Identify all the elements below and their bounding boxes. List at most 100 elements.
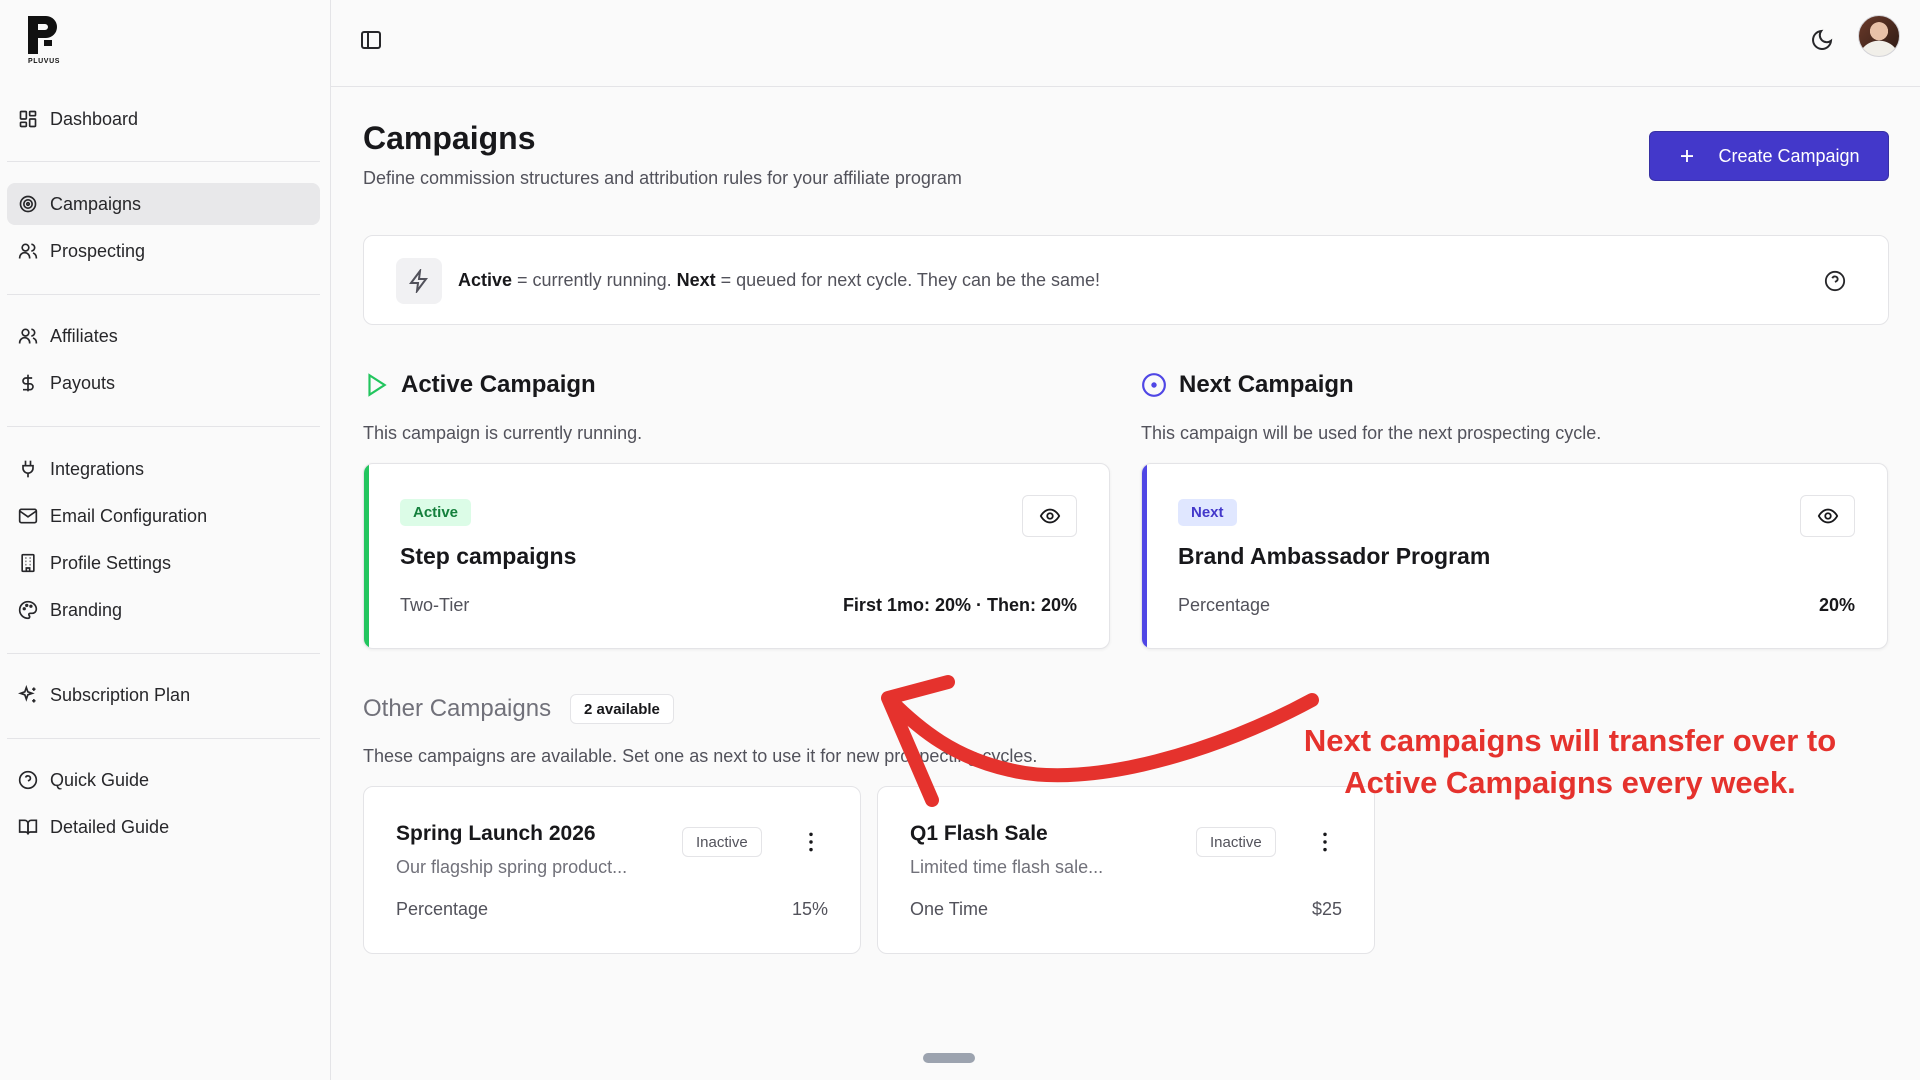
campaign-name: Spring Launch 2026 — [396, 822, 596, 845]
sidebar-item-label: Subscription Plan — [50, 684, 191, 705]
campaign-menu-button[interactable] — [1312, 829, 1338, 855]
sidebar: PLUVUS Dashboard Campaigns Prospecting A… — [0, 0, 331, 1080]
eye-icon — [1817, 508, 1838, 524]
sidebar-item-label: Profile Settings — [50, 552, 172, 573]
sidebar-item-detailed-guide[interactable]: Detailed Guide — [7, 806, 320, 848]
sidebar-item-label: Prospecting — [50, 240, 146, 261]
dollar-icon — [22, 374, 34, 392]
panel-left-icon — [361, 31, 381, 49]
sidebar-item-campaigns[interactable]: Campaigns — [7, 183, 320, 225]
campaign-menu-button[interactable] — [798, 829, 824, 855]
sparkles-icon — [18, 685, 36, 703]
circle-dot-icon — [1142, 373, 1166, 397]
help-circle-icon — [1824, 270, 1846, 292]
brand-name: PLUVUS — [28, 58, 60, 65]
sidebar-item-integrations[interactable]: Integrations — [7, 448, 320, 490]
zap-icon — [409, 269, 428, 293]
create-campaign-label: Create Campaign — [1718, 145, 1860, 166]
sidebar-item-quick-guide[interactable]: Quick Guide — [7, 759, 320, 801]
sidebar-item-label: Affiliates — [50, 325, 118, 346]
more-vertical-icon — [809, 832, 813, 852]
help-circle-icon — [18, 770, 38, 790]
view-campaign-button[interactable] — [1022, 495, 1077, 537]
top-bar — [331, 0, 1920, 87]
sidebar-divider — [7, 294, 320, 295]
sidebar-item-label: Payouts — [50, 372, 116, 393]
create-campaign-button[interactable]: Create Campaign — [1649, 131, 1889, 181]
help-button[interactable] — [1824, 270, 1846, 292]
next-campaign-title: Next Campaign — [1179, 371, 1354, 398]
campaign-type: One Time — [910, 899, 989, 919]
sidebar-item-dashboard[interactable]: Dashboard — [7, 98, 320, 140]
sidebar-item-label: Dashboard — [50, 108, 139, 129]
campaign-desc: Limited time flash sale... — [910, 857, 1104, 877]
sidebar-divider — [7, 738, 320, 739]
info-next-term: Next — [676, 270, 716, 290]
sidebar-item-label: Detailed Guide — [50, 816, 170, 837]
status-badge: Active — [400, 499, 472, 526]
campaign-name: Step campaigns — [400, 543, 577, 569]
other-campaigns-desc: These campaigns are available. Set one a… — [363, 746, 1038, 766]
active-campaign-heading: Active Campaign — [363, 371, 596, 399]
campaign-rate: $25 — [1311, 899, 1342, 919]
next-campaign-desc: This campaign will be used for the next … — [1141, 423, 1602, 443]
campaign-name: Q1 Flash Sale — [910, 822, 1048, 845]
sidebar-item-profile-settings[interactable]: Profile Settings — [7, 542, 320, 584]
campaign-card[interactable]: Q1 Flash Sale Inactive Limited time flas… — [877, 786, 1375, 954]
scroll-handle[interactable] — [923, 1053, 975, 1063]
moon-icon — [1812, 29, 1833, 50]
next-campaign-card[interactable]: Next Brand Ambassador Program Percentage… — [1141, 463, 1888, 649]
page-title: Campaigns — [363, 120, 536, 156]
users-icon — [18, 243, 38, 259]
sidebar-divider — [7, 426, 320, 427]
sidebar-item-affiliates[interactable]: Affiliates — [7, 315, 320, 357]
info-active-desc: = currently running. — [512, 270, 677, 290]
sidebar-item-subscription-plan[interactable]: Subscription Plan — [7, 674, 320, 716]
play-icon — [368, 373, 387, 397]
info-active-term: Active — [458, 270, 513, 290]
theme-toggle-button[interactable] — [1810, 28, 1834, 52]
annotation-line-1: Next campaigns will transfer over to — [1303, 723, 1837, 758]
sidebar-item-payouts[interactable]: Payouts — [7, 362, 320, 404]
palette-icon — [18, 600, 38, 620]
active-campaign-title: Active Campaign — [401, 371, 596, 398]
plus-icon — [1681, 150, 1694, 162]
campaign-type: Percentage — [1178, 595, 1271, 615]
status-badge: Inactive — [682, 827, 762, 857]
sidebar-item-prospecting[interactable]: Prospecting — [7, 230, 320, 272]
view-campaign-button[interactable] — [1800, 495, 1855, 537]
other-campaigns-title: Other Campaigns — [363, 695, 552, 722]
building-icon — [21, 553, 35, 573]
sidebar-item-label: Quick Guide — [50, 769, 150, 790]
next-campaign-heading: Next Campaign — [1141, 371, 1354, 399]
sidebar-divider — [7, 161, 320, 162]
card-accent-bar — [364, 464, 369, 648]
sidebar-item-branding[interactable]: Branding — [7, 589, 320, 631]
annotation-line-2: Active Campaigns every week. — [1344, 765, 1796, 800]
campaign-desc: Our flagship spring product... — [396, 857, 628, 877]
info-icon-container — [396, 258, 442, 304]
user-avatar[interactable] — [1858, 15, 1900, 57]
active-campaign-card[interactable]: Active Step campaigns Two-Tier First 1mo… — [363, 463, 1110, 649]
active-campaign-desc: This campaign is currently running. — [363, 423, 643, 443]
sidebar-item-email-configuration[interactable]: Email Configuration — [7, 495, 320, 537]
sidebar-toggle-button[interactable] — [359, 28, 383, 52]
campaign-rate: 15% — [791, 899, 828, 919]
card-accent-bar — [1142, 464, 1147, 648]
more-vertical-icon — [1323, 832, 1327, 852]
users-icon — [18, 328, 38, 344]
info-banner: Active = currently running. Next = queue… — [363, 235, 1889, 325]
grid-icon — [19, 110, 37, 128]
status-badge: Inactive — [1196, 827, 1276, 857]
status-badge: Next — [1178, 499, 1237, 526]
mail-icon — [18, 508, 38, 524]
available-count-badge: 2 available — [570, 694, 674, 724]
logo-mark-icon — [28, 16, 57, 54]
info-next-desc: = queued for next cycle. They can be the… — [715, 270, 1101, 290]
brand-logo[interactable]: PLUVUS — [24, 14, 64, 68]
campaign-rate: First 1mo: 20% · Then: 20% — [842, 595, 1077, 615]
sidebar-item-label: Campaigns — [50, 193, 142, 214]
campaign-card[interactable]: Spring Launch 2026 Inactive Our flagship… — [363, 786, 861, 954]
sidebar-item-label: Email Configuration — [50, 505, 208, 526]
eye-icon — [1039, 508, 1060, 524]
